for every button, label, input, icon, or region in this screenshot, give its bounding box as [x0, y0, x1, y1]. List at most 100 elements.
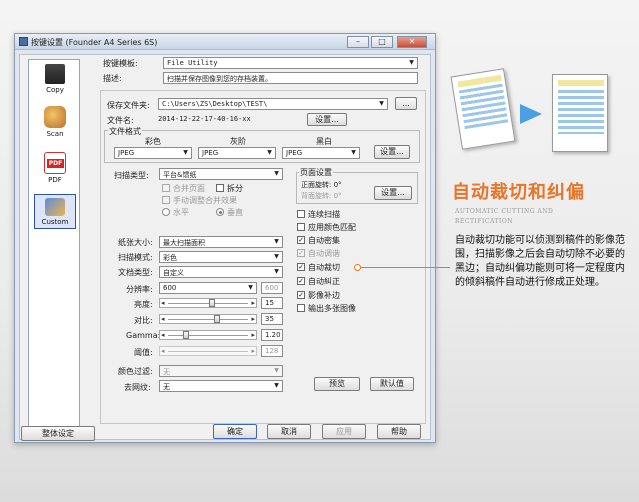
- page-settings-button[interactable]: 设置...: [374, 186, 412, 200]
- scan-type-select[interactable]: 平台&馈纸 ▼: [159, 168, 283, 180]
- browse-button[interactable]: ...: [395, 97, 417, 110]
- mode-custom-label: Custom: [41, 218, 69, 226]
- chevron-down-icon: ▼: [379, 100, 384, 107]
- doc-type-select[interactable]: 自定义 ▼: [159, 266, 283, 278]
- scan-icon: [44, 106, 66, 128]
- paper-size-select[interactable]: 最大扫描面积 ▼: [159, 236, 283, 248]
- option-checkbox[interactable]: [297, 223, 305, 231]
- chevron-down-icon: ▼: [183, 149, 188, 156]
- option-label: 自动裁切: [308, 263, 340, 272]
- preview-button[interactable]: 预览: [314, 377, 360, 391]
- mode-copy-label: Copy: [46, 86, 64, 94]
- doc-type-value: 自定义: [163, 269, 184, 277]
- bw-format-label: 黑白: [316, 137, 332, 146]
- window-title: 按键设置 (Founder A4 Series 6S): [31, 38, 158, 47]
- resolution-label: 分辨率:: [126, 285, 153, 294]
- chevron-down-icon: ▼: [274, 367, 279, 374]
- description-field[interactable]: 扫描并保存图像到您的存档装置。: [163, 72, 418, 84]
- scan-mode-value: 彩色: [163, 254, 177, 262]
- color-filter-select[interactable]: 无 ▼: [159, 365, 283, 377]
- option-label: 连续扫描: [308, 210, 340, 219]
- overall-settings-button[interactable]: 整体设定: [21, 426, 95, 441]
- manual-merge-checkbox[interactable]: [162, 196, 170, 204]
- color-filter-label: 颜色过滤:: [118, 367, 153, 376]
- option-checkbox[interactable]: [297, 210, 305, 218]
- title-bar: 按键设置 (Founder A4 Series 6S) – □ ✕: [15, 34, 435, 50]
- save-folder-label: 保存文件夹:: [107, 101, 150, 110]
- corrected-document-image: [552, 74, 608, 152]
- close-button[interactable]: ✕: [397, 36, 427, 48]
- mode-custom[interactable]: Custom: [34, 194, 76, 229]
- maximize-button[interactable]: □: [371, 36, 393, 48]
- vertical-radio[interactable]: [216, 208, 224, 216]
- scan-type-label: 扫描类型:: [114, 171, 149, 180]
- option-checkbox[interactable]: ✓: [297, 277, 305, 285]
- option-label: 影像补边: [308, 291, 340, 300]
- brightness-value[interactable]: 15: [261, 297, 283, 309]
- scan-mode-select[interactable]: 彩色 ▼: [159, 251, 283, 263]
- color-format-select[interactable]: JPEG ▼: [114, 147, 192, 159]
- mode-scan[interactable]: Scan: [34, 106, 76, 138]
- horizontal-radio[interactable]: [162, 208, 170, 216]
- split-label: 拆分: [227, 184, 243, 193]
- gray-format-select[interactable]: JPEG ▼: [198, 147, 276, 159]
- descreen-label: 去网纹:: [124, 383, 151, 392]
- mode-pdf[interactable]: PDF PDF: [34, 152, 76, 184]
- custom-icon: [45, 198, 65, 216]
- option-checkbox[interactable]: [297, 304, 305, 312]
- help-button[interactable]: 帮助: [377, 424, 421, 439]
- descreen-select[interactable]: 无 ▼: [159, 380, 283, 392]
- brightness-slider[interactable]: ◂ ▸: [159, 298, 257, 308]
- threshold-slider[interactable]: ◂ ▸: [159, 346, 257, 356]
- option-checkbox[interactable]: ✓: [297, 249, 305, 257]
- save-folder-value: C:\Users\ZS\Desktop\TEST\: [162, 100, 268, 108]
- resolution-box[interactable]: 600: [261, 282, 283, 294]
- option-checkbox[interactable]: ✓: [297, 236, 305, 244]
- gamma-label: Gamma:: [126, 331, 161, 340]
- split-checkbox[interactable]: [216, 184, 224, 192]
- save-folder-select[interactable]: C:\Users\ZS\Desktop\TEST\ ▼: [158, 98, 388, 110]
- option-label: 自动糾正: [308, 277, 340, 286]
- cancel-button[interactable]: 取消: [267, 424, 311, 439]
- contrast-label: 对比:: [134, 316, 153, 325]
- gray-format-label: 灰阶: [230, 137, 246, 146]
- apply-button[interactable]: 应用: [322, 424, 366, 439]
- resolution-select[interactable]: 600 ▼: [159, 282, 257, 294]
- mode-panel: Copy Scan PDF PDF Custom: [28, 59, 80, 431]
- chevron-down-icon: ▼: [248, 284, 253, 291]
- color-filter-value: 无: [163, 368, 170, 376]
- doc-type-label: 文档类型:: [118, 268, 153, 277]
- resolution-value: 600: [163, 284, 177, 292]
- file-name-label: 文件名:: [107, 116, 134, 125]
- description-label: 描述:: [103, 74, 122, 83]
- threshold-value[interactable]: 128: [261, 345, 283, 357]
- bw-format-select[interactable]: JPEG ▼: [282, 147, 360, 159]
- default-button[interactable]: 默认值: [370, 377, 414, 391]
- chevron-down-icon: ▼: [274, 253, 279, 260]
- contrast-slider[interactable]: ◂ ▸: [159, 314, 257, 324]
- minimize-button[interactable]: –: [347, 36, 369, 48]
- paper-size-value: 最大扫描面积: [163, 239, 205, 247]
- gamma-value[interactable]: 1.20: [261, 329, 283, 341]
- arrow-right-icon: [520, 104, 542, 124]
- contrast-value[interactable]: 35: [261, 313, 283, 325]
- ok-button[interactable]: 确定: [213, 424, 257, 439]
- file-name-value: 2014-12-22-17-40-16-xx: [158, 115, 251, 123]
- merge-checkbox[interactable]: [162, 184, 170, 192]
- gamma-slider[interactable]: ◂ ▸: [159, 330, 257, 340]
- option-checkbox[interactable]: ✓: [297, 263, 305, 271]
- page-settings-label: 页面设置: [299, 167, 333, 178]
- mode-copy[interactable]: Copy: [34, 64, 76, 94]
- mode-pdf-label: PDF: [48, 176, 62, 184]
- color-format-label: 彩色: [145, 137, 161, 146]
- brightness-label: 亮度:: [134, 300, 153, 309]
- back-rotate-label: 背面旋转: 0°: [301, 192, 342, 200]
- file-name-settings-button[interactable]: 设置...: [307, 113, 347, 126]
- front-rotate-label: 正面旋转: 0°: [301, 181, 342, 189]
- template-select[interactable]: File Utility ▼: [163, 57, 418, 69]
- option-checkbox[interactable]: ✓: [297, 291, 305, 299]
- option-label: 自动调谐: [308, 249, 340, 258]
- pdf-icon: PDF: [44, 152, 66, 174]
- format-settings-button[interactable]: 设置...: [374, 145, 410, 159]
- chevron-down-icon: ▼: [267, 149, 272, 156]
